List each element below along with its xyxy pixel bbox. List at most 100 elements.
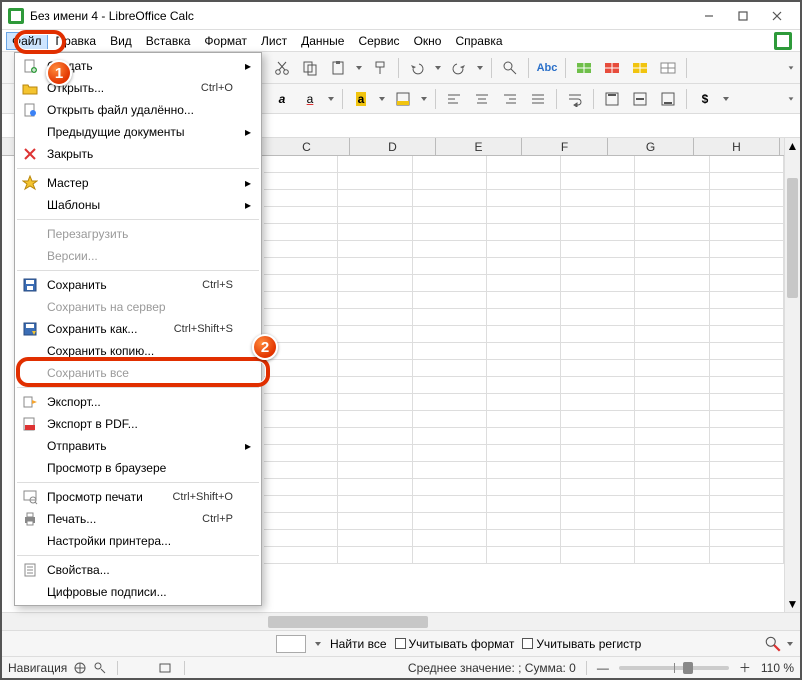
file-menu-item[interactable]: Закрыть <box>15 143 261 165</box>
currency-dropdown[interactable] <box>721 95 731 103</box>
match-case-checkbox[interactable]: Учитывать регистр <box>522 637 641 651</box>
file-menu-item[interactable]: Сохранить Ctrl+S <box>15 274 261 296</box>
maximize-button[interactable] <box>726 6 760 26</box>
highlight-dropdown[interactable] <box>377 95 387 103</box>
col-header[interactable]: D <box>350 138 436 155</box>
find-icon[interactable] <box>498 56 522 80</box>
highlight-color-icon[interactable]: a <box>349 87 373 111</box>
file-menu-item[interactable]: Предыдущие документы▸ <box>15 121 261 143</box>
copy-icon[interactable] <box>298 56 322 80</box>
file-menu-item[interactable]: Просмотр печатиCtrl+Shift+O <box>15 486 261 508</box>
zoom-out-icon[interactable]: — <box>597 661 609 675</box>
menu-item-label: Сохранить как... <box>47 322 166 336</box>
close-button[interactable] <box>760 6 794 26</box>
menu-data[interactable]: Данные <box>295 32 350 50</box>
app-window: Без имени 4 - LibreOffice Calc Файл Прав… <box>0 0 802 680</box>
align-justify-icon[interactable] <box>526 87 550 111</box>
valign-bottom-icon[interactable] <box>656 87 680 111</box>
menu-format[interactable]: Формат <box>198 32 253 50</box>
hscroll-thumb[interactable] <box>268 616 428 628</box>
col-header[interactable]: H <box>694 138 780 155</box>
align-center-icon[interactable] <box>470 87 494 111</box>
file-menu-item[interactable]: Экспорт в PDF... <box>15 413 261 435</box>
zoom-slider[interactable] <box>619 666 729 670</box>
cellstyle3-icon[interactable] <box>628 56 652 80</box>
menu-tools[interactable]: Сервис <box>352 32 405 50</box>
file-menu-item[interactable]: Печать...Ctrl+P <box>15 508 261 530</box>
horizontal-scrollbar[interactable] <box>264 614 800 630</box>
file-menu-item[interactable]: Просмотр в браузере <box>15 457 261 479</box>
chevron-down-icon[interactable] <box>314 640 322 648</box>
file-menu-item[interactable]: Мастер▸ <box>15 172 261 194</box>
scroll-up-icon[interactable]: ▲ <box>785 138 800 154</box>
spellcheck-icon[interactable]: Abc <box>535 56 559 80</box>
file-menu-item[interactable]: Настройки принтера... <box>15 530 261 552</box>
menu-sheet[interactable]: Лист <box>255 32 293 50</box>
quick-save-icon[interactable] <box>774 32 792 50</box>
format-paint-icon[interactable] <box>368 56 392 80</box>
file-menu-item[interactable]: Сохранить как... Ctrl+Shift+S <box>15 318 261 340</box>
file-menu-item[interactable]: Создать▸ <box>15 55 261 77</box>
menu-insert[interactable]: Вставка <box>140 32 197 50</box>
file-menu-item[interactable]: Отправить▸ <box>15 435 261 457</box>
findbar-overflow-icon[interactable] <box>786 640 794 648</box>
menu-item-shortcut: Ctrl+S <box>202 279 233 291</box>
menu-item-label: Экспорт в PDF... <box>47 417 225 431</box>
currency-icon[interactable]: $ <box>693 87 717 111</box>
file-menu-item[interactable]: Открыть...Ctrl+O <box>15 77 261 99</box>
match-format-checkbox[interactable]: Учитывать формат <box>395 637 515 651</box>
wrap-text-icon[interactable] <box>563 87 587 111</box>
file-menu-item[interactable]: Экспорт... <box>15 391 261 413</box>
menu-view[interactable]: Вид <box>104 32 138 50</box>
insert-mode-icon[interactable] <box>158 660 174 676</box>
find-input[interactable] <box>276 635 306 653</box>
redo-dropdown[interactable] <box>475 64 485 72</box>
valign-top-icon[interactable] <box>600 87 624 111</box>
file-menu-item[interactable]: Сохранить копию... <box>15 340 261 362</box>
menu-item-shortcut: Ctrl+Shift+S <box>174 323 233 335</box>
valign-middle-icon[interactable] <box>628 87 652 111</box>
undo-icon[interactable] <box>405 56 429 80</box>
zoom-value[interactable]: 110 % <box>761 661 794 675</box>
blank-icon <box>21 532 39 550</box>
zoom-in-icon[interactable]: ＋ <box>739 659 751 676</box>
navigation-label[interactable]: Навигация <box>8 661 107 675</box>
cellstyle4-icon[interactable] <box>656 56 680 80</box>
col-header[interactable]: G <box>608 138 694 155</box>
vertical-scrollbar[interactable]: ▲ ▼ <box>784 138 800 612</box>
align-left-icon[interactable] <box>442 87 466 111</box>
align-right-icon[interactable] <box>498 87 522 111</box>
toolbar-overflow[interactable] <box>786 64 796 72</box>
file-menu-item[interactable]: Открыть файл удалённо... <box>15 99 261 121</box>
bg-color-dropdown[interactable] <box>419 95 429 103</box>
cellstyle1-icon[interactable] <box>572 56 596 80</box>
find-options-icon[interactable] <box>764 635 782 653</box>
redo-icon[interactable] <box>447 56 471 80</box>
font-underline-color-icon[interactable]: a <box>298 87 322 111</box>
undo-dropdown[interactable] <box>433 64 443 72</box>
find-all-button[interactable]: Найти все <box>330 637 387 651</box>
file-menu-item[interactable]: Цифровые подписи... <box>15 581 261 603</box>
scroll-down-icon[interactable]: ▼ <box>785 596 800 612</box>
col-header[interactable]: C <box>264 138 350 155</box>
formatting-overflow[interactable] <box>786 95 796 103</box>
cut-icon[interactable] <box>270 56 294 80</box>
col-header[interactable]: E <box>436 138 522 155</box>
minimize-button[interactable] <box>692 6 726 26</box>
bg-color-icon[interactable] <box>391 87 415 111</box>
menu-help[interactable]: Справка <box>449 32 508 50</box>
scroll-thumb[interactable] <box>787 178 798 298</box>
paste-icon[interactable] <box>326 56 350 80</box>
col-header[interactable]: F <box>522 138 608 155</box>
menu-edit[interactable]: Правка <box>50 32 103 50</box>
paste-dropdown[interactable] <box>354 64 364 72</box>
menu-window[interactable]: Окно <box>408 32 448 50</box>
cellstyle2-icon[interactable] <box>600 56 624 80</box>
font-color-dropdown[interactable] <box>326 95 336 103</box>
file-menu-item[interactable]: Шаблоны▸ <box>15 194 261 216</box>
menu-item-label: Сохранить <box>47 278 194 292</box>
menu-item-label: Настройки принтера... <box>47 534 225 548</box>
font-color-icon[interactable]: a <box>270 87 294 111</box>
menu-file[interactable]: Файл <box>6 32 48 50</box>
file-menu-item[interactable]: Свойства... <box>15 559 261 581</box>
